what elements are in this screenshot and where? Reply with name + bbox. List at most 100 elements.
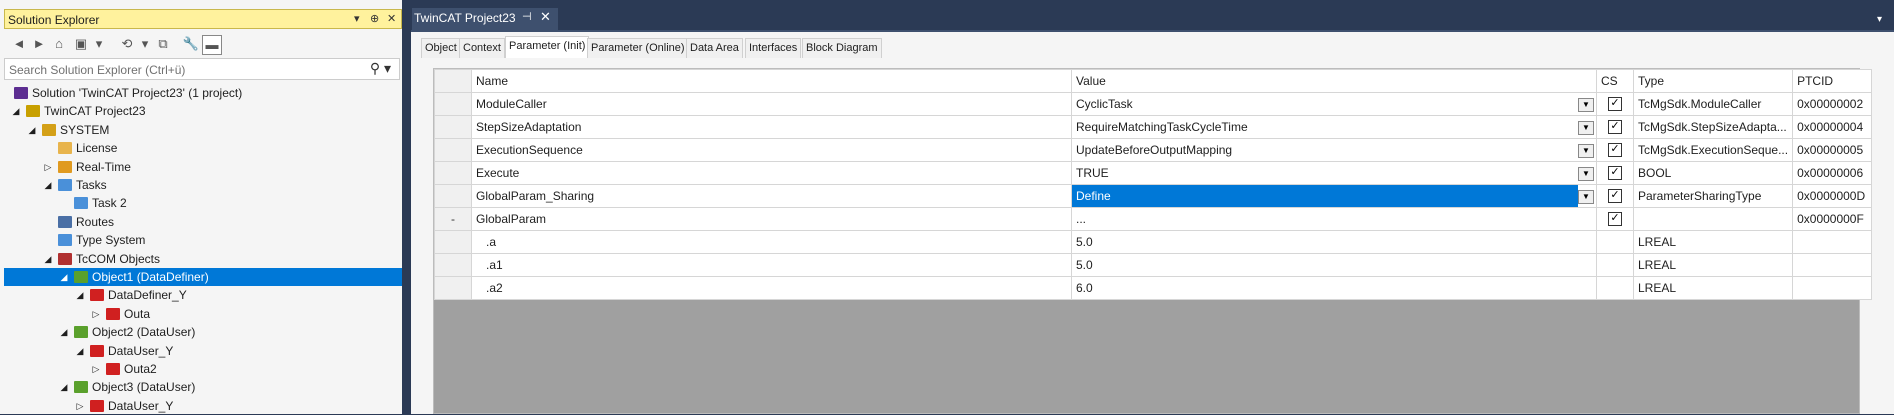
param-value[interactable]: 5.0 <box>1071 230 1597 254</box>
tab-overflow-chevron-icon[interactable]: ▾ <box>1877 14 1882 25</box>
back-icon[interactable]: ◄ <box>10 35 28 53</box>
document-tab-twincat-project[interactable]: TwinCAT Project23 ⊣ ✕ <box>412 8 558 30</box>
dropdown-arrow-icon[interactable]: ▼ <box>1578 167 1594 181</box>
row-header[interactable] <box>434 253 472 277</box>
tree-item[interactable]: ◢ Object3 (DataUser) <box>4 378 402 396</box>
auto-hide-pin-icon[interactable]: ⊕ <box>370 12 379 25</box>
grid-row[interactable]: ModuleCaller CyclicTask ▼ ✓ TcMgSdk.ModuleCa… <box>434 92 1873 116</box>
collapse-arrow-icon[interactable]: ◢ <box>26 121 38 139</box>
grid-row[interactable]: - GlobalParam... ✓ 0x0000000F <box>434 207 1873 231</box>
dropdown-arrow-icon[interactable]: ▼ <box>1578 144 1594 158</box>
param-value[interactable]: TRUE ▼ <box>1071 161 1597 185</box>
grid-header-ptcid[interactable]: PTCID <box>1792 69 1873 93</box>
tree-item[interactable]: License <box>4 139 402 157</box>
tree-item[interactable]: ▷ DataUser_Y <box>4 397 402 415</box>
pending-changes-filter-icon[interactable]: ⟲ <box>118 35 136 53</box>
row-header[interactable] <box>434 161 472 185</box>
tree-item[interactable]: ▷ Outa2 <box>4 360 402 378</box>
tab-parameter-init[interactable]: Parameter (Init) <box>505 36 590 58</box>
cs-checkbox[interactable]: ✓ <box>1608 97 1622 112</box>
param-value[interactable]: Define ▼ <box>1071 184 1597 208</box>
close-icon[interactable]: ✕ <box>540 9 551 25</box>
grid-row[interactable]: .a2 6.0 LREAL <box>434 276 1873 300</box>
forward-icon[interactable]: ► <box>30 35 48 53</box>
window-position-dropdown-icon[interactable]: ▾ <box>354 12 360 25</box>
tab-interfaces[interactable]: Interfaces <box>745 38 802 58</box>
grid-header-name[interactable]: Name <box>471 69 1072 93</box>
tree-item[interactable]: Type System <box>4 231 402 249</box>
tree-item[interactable]: Task 2 <box>4 194 402 212</box>
expand-arrow-icon[interactable]: ▷ <box>90 305 102 323</box>
collapse-arrow-icon[interactable]: ◢ <box>42 250 54 268</box>
tree-item[interactable]: ◢ Object2 (DataUser) <box>4 323 402 341</box>
properties-wrench-icon[interactable]: 🔧 <box>182 35 200 53</box>
close-icon[interactable]: ✕ <box>387 12 396 25</box>
row-header[interactable] <box>434 115 472 139</box>
row-header[interactable] <box>434 184 472 208</box>
tree-item[interactable]: Solution 'TwinCAT Project23' (1 project) <box>4 84 402 102</box>
row-header[interactable] <box>434 138 472 162</box>
tab-object[interactable]: Object <box>421 38 461 58</box>
tree-item[interactable]: ◢ Object1 (DataDefiner) <box>4 268 402 286</box>
preview-selected-icon[interactable]: ▬ <box>202 35 222 55</box>
switch-views-icon[interactable]: ▣ <box>72 35 90 53</box>
expand-arrow-icon[interactable]: ▷ <box>90 360 102 378</box>
dropdown-arrow-icon[interactable]: ▼ <box>1578 98 1594 112</box>
tree-item[interactable]: Routes <box>4 213 402 231</box>
dropdown-arrow-icon[interactable]: ▼ <box>1578 190 1594 204</box>
grid-row[interactable]: GlobalParam_Sharing Define ▼ ✓ ParameterShar… <box>434 184 1873 208</box>
param-value[interactable]: RequireMatchingTaskCycleTime ▼ <box>1071 115 1597 139</box>
tree-item[interactable]: ◢ DataUser_Y <box>4 342 402 360</box>
collapse-arrow-icon[interactable]: ◢ <box>10 102 22 120</box>
dropdown-arrow-icon[interactable]: ▼ <box>1578 121 1594 135</box>
row-header[interactable] <box>434 276 472 300</box>
tree-item[interactable]: ▷ Real-Time <box>4 158 402 176</box>
grid-row[interactable]: .a 5.0 LREAL <box>434 230 1873 254</box>
tab-data-area[interactable]: Data Area <box>686 38 743 58</box>
row-header[interactable]: - <box>434 207 472 231</box>
row-header[interactable] <box>434 92 472 116</box>
chevron-down-icon[interactable]: ▾ <box>90 35 108 53</box>
grid-row[interactable]: ExecutionSequence UpdateBeforeOutputMappi… <box>434 138 1873 162</box>
param-value[interactable]: 5.0 <box>1071 253 1597 277</box>
cs-checkbox[interactable]: ✓ <box>1608 166 1622 181</box>
grid-header-cs[interactable]: CS <box>1596 69 1634 93</box>
tree-item[interactable]: ◢ SYSTEM <box>4 121 402 139</box>
grid-row[interactable]: Execute TRUE ▼ ✓ BOOL 0x00000006 <box>434 161 1873 185</box>
cs-checkbox[interactable]: ✓ <box>1608 212 1622 227</box>
tree-item[interactable]: ◢ DataDefiner_Y <box>4 286 402 304</box>
tab-context[interactable]: Context <box>459 38 505 58</box>
collapse-arrow-icon[interactable]: ◢ <box>74 286 86 304</box>
param-value-text[interactable]: Define <box>1072 185 1578 207</box>
param-value[interactable]: UpdateBeforeOutputMapping ▼ <box>1071 138 1597 162</box>
expand-arrow-icon[interactable]: ▷ <box>74 397 86 415</box>
tree-item[interactable]: ◢ TcCOM Objects <box>4 250 402 268</box>
grid-row[interactable]: .a1 5.0 LREAL <box>434 253 1873 277</box>
collapse-arrow-icon[interactable]: ◢ <box>58 268 70 286</box>
expand-arrow-icon[interactable]: ▷ <box>42 158 54 176</box>
param-value[interactable]: 6.0 <box>1071 276 1597 300</box>
tab-parameter-online[interactable]: Parameter (Online) <box>587 38 689 58</box>
grid-row[interactable]: StepSizeAdaptation RequireMatchingTaskCyc… <box>434 115 1873 139</box>
collapse-arrow-icon[interactable]: ◢ <box>42 176 54 194</box>
cs-checkbox[interactable]: ✓ <box>1608 189 1622 204</box>
tab-block-diagram[interactable]: Block Diagram <box>802 38 882 58</box>
cs-checkbox[interactable]: ✓ <box>1608 143 1622 158</box>
chevron-down-icon[interactable]: ▾ <box>136 35 154 53</box>
collapse-arrow-icon[interactable]: ◢ <box>74 342 86 360</box>
param-value[interactable]: ... <box>1071 207 1597 231</box>
home-icon[interactable]: ⌂ <box>50 35 68 53</box>
collapse-all-icon[interactable]: ⧉ <box>154 35 172 53</box>
grid-header-type[interactable]: Type <box>1632 69 1794 93</box>
row-header[interactable] <box>434 230 472 254</box>
tree-item[interactable]: ◢ TwinCAT Project23 <box>4 102 402 120</box>
collapse-arrow-icon[interactable]: ◢ <box>58 323 70 341</box>
cs-checkbox[interactable]: ✓ <box>1608 120 1622 135</box>
pin-icon[interactable]: ⊣ <box>522 10 532 23</box>
grid-header-value[interactable]: Value <box>1071 69 1597 93</box>
tree-item[interactable]: ▷ Outa <box>4 305 402 323</box>
param-value[interactable]: CyclicTask ▼ <box>1071 92 1597 116</box>
solution-explorer-titlebar[interactable]: Solution Explorer ▾ ⊕ ✕ <box>4 9 402 29</box>
search-icon[interactable]: ⚲ ▾ <box>370 60 391 77</box>
collapse-arrow-icon[interactable]: ◢ <box>58 378 70 396</box>
